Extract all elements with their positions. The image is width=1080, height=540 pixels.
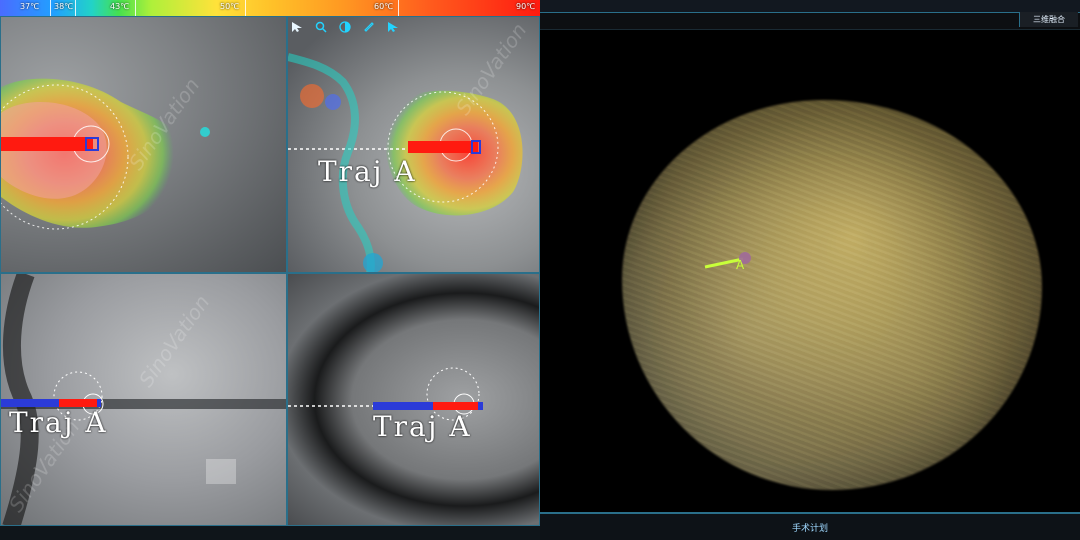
needle-overlay bbox=[1, 274, 286, 525]
heat-zone bbox=[385, 90, 523, 216]
view-toolbar bbox=[289, 18, 401, 36]
fiducial-dot bbox=[200, 127, 210, 137]
viewport-bottom-left[interactable]: SinoVation SinoVation Traj A bbox=[0, 273, 287, 526]
colorbar-tick bbox=[135, 0, 136, 16]
left-panel: 37℃ 38℃ 43℃ 50℃ 60℃ 90℃ SinoVation SinoV… bbox=[0, 0, 541, 540]
right-footer: 手术计划 bbox=[540, 512, 1080, 540]
viewport-bottom-right[interactable]: Traj A bbox=[287, 273, 540, 526]
magnifier-icon[interactable] bbox=[313, 19, 329, 35]
cursor-plus-icon[interactable] bbox=[385, 19, 401, 35]
viewport-top-left[interactable]: SinoVation bbox=[0, 16, 287, 273]
right-panel-3d[interactable]: 三维融合 A 手术计划 bbox=[540, 0, 1080, 540]
right-top-bar bbox=[540, 0, 1080, 12]
right-title-bar bbox=[540, 12, 1080, 30]
bright-spot bbox=[206, 459, 236, 484]
viewport-top-right[interactable]: SinoVation Traj A bbox=[287, 16, 540, 273]
colorbar-tick bbox=[75, 0, 76, 16]
trajectory-3d bbox=[704, 252, 751, 269]
vessel-dot bbox=[325, 94, 341, 110]
colorbar-label: 43℃ bbox=[110, 2, 130, 11]
trajectory-label: Traj A bbox=[373, 410, 472, 443]
contrast-icon[interactable] bbox=[337, 19, 353, 35]
trajectory-3d-label: A bbox=[736, 258, 745, 272]
colorbar-label: 50℃ bbox=[220, 2, 240, 11]
needle-shaft bbox=[433, 402, 478, 410]
ruler-icon[interactable] bbox=[361, 19, 377, 35]
fusion-3d-button[interactable]: 三维融合 bbox=[1019, 12, 1078, 27]
needle-shaft bbox=[408, 141, 478, 153]
needle-shaft bbox=[1, 137, 93, 151]
colorbar-label: 37℃ bbox=[20, 2, 40, 11]
trajectory-label: Traj A bbox=[9, 406, 108, 439]
vessel-dot bbox=[300, 84, 324, 108]
colorbar-tick bbox=[50, 0, 51, 16]
colorbar-tick bbox=[398, 0, 399, 16]
left-status-bar bbox=[0, 525, 540, 540]
cursor-arrow-icon[interactable] bbox=[289, 19, 305, 35]
surgery-plan-title: 手术计划 bbox=[791, 524, 828, 534]
vessel-dot bbox=[363, 253, 383, 272]
colorbar-tick bbox=[245, 0, 246, 16]
temperature-colorbar: 37℃ 38℃ 43℃ 50℃ 60℃ 90℃ bbox=[0, 0, 540, 16]
trajectory-label: Traj A bbox=[318, 155, 417, 188]
colorbar-label: 60℃ bbox=[374, 2, 394, 11]
colorbar-label: 90℃ bbox=[516, 2, 536, 11]
brain-texture bbox=[622, 100, 1042, 490]
colorbar-label: 38℃ bbox=[54, 2, 74, 11]
needle-overlay bbox=[288, 367, 483, 421]
